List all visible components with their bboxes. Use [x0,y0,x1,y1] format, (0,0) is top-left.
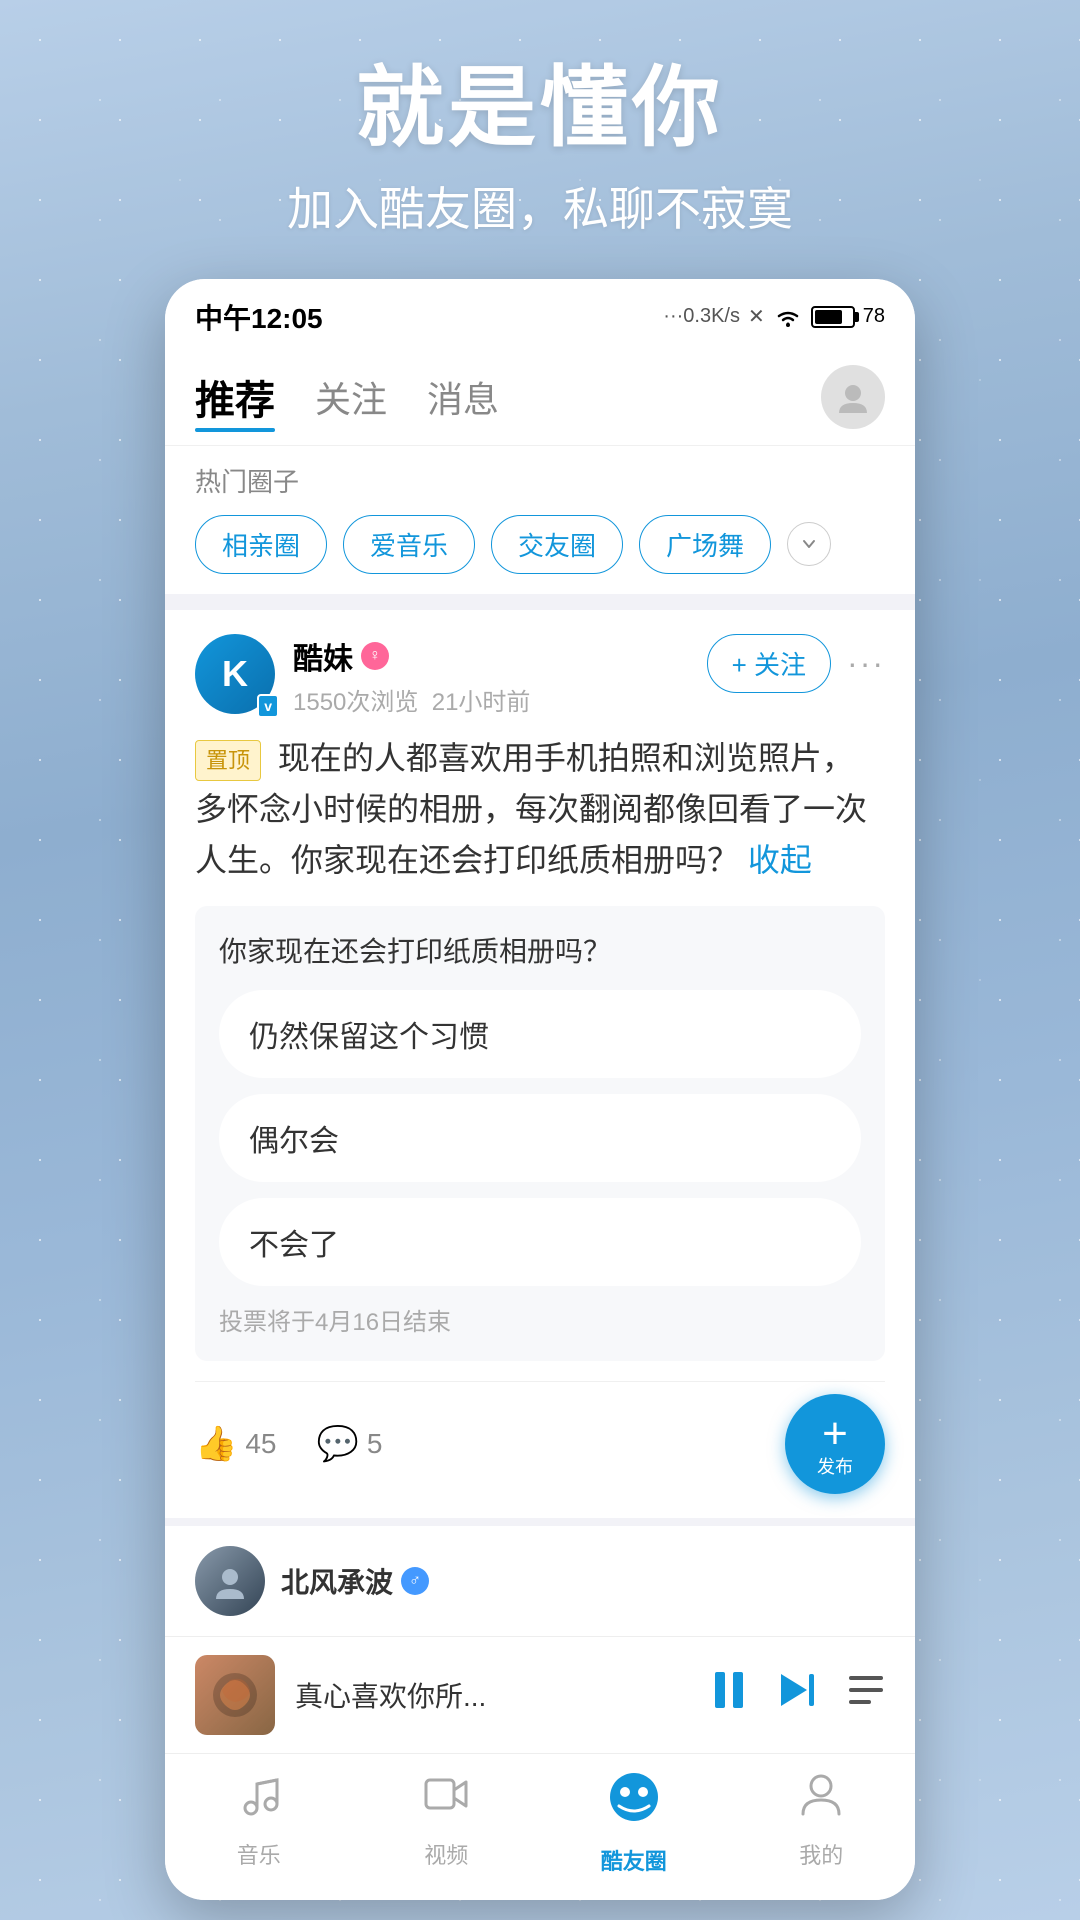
more-options-button[interactable]: ··· [847,645,885,682]
poll-option-1[interactable]: 偶尔会 [219,1094,861,1182]
gender-male-icon: ♂ [401,1567,429,1595]
next-post-user-info: 北风承波 ♂ [281,1561,429,1601]
poll-option-0[interactable]: 仍然保留这个习惯 [219,990,861,1078]
hero-header: 就是懂你 加入酷友圈，私聊不寂寞 [287,0,793,279]
poll-box: 你家现在还会打印纸质相册吗？ 仍然保留这个习惯 偶尔会 不会了 投票将于4月16… [195,906,885,1361]
hot-section-title: 热门圈子 [195,462,885,499]
hero-subtitle: 加入酷友圈，私聊不寂寞 [287,173,793,239]
post-meta: 1550次浏览 21小时前 [293,682,707,717]
circle-nav-icon [607,1770,661,1836]
video-nav-label: 视频 [424,1838,468,1870]
follow-button[interactable]: + 关注 [707,634,831,693]
post-actions: + 关注 ··· [707,634,885,693]
post-header: K v 酷妹 ♀ 1550次浏览 21小时前 + 关注 ··· [195,634,885,717]
status-time: 中午12:05 [195,297,323,337]
music-title: 真心喜欢你所... [295,1675,691,1715]
pinned-tag: 置顶 [195,740,261,781]
hero-title: 就是懂你 [287,60,793,157]
music-nav-label: 音乐 [237,1838,281,1870]
avatar-vip-badge: v [257,694,279,718]
hot-tag-2[interactable]: 交友圈 [491,515,623,574]
bottom-nav-profile[interactable]: 我的 [728,1770,916,1876]
x-icon: ✕ [748,304,765,329]
hot-tags-expand-btn[interactable] [787,522,831,566]
music-controls [711,1668,885,1723]
wifi-icon [773,306,803,328]
next-post-preview: 北风承波 ♂ [165,1518,915,1636]
post-user-info: 酷妹 ♀ 1550次浏览 21小时前 [293,634,707,717]
tab-follow[interactable]: 关注 [315,371,387,423]
bottom-nav-music[interactable]: 音乐 [165,1770,353,1876]
music-next-button[interactable] [777,1668,817,1723]
like-count: 45 [245,1428,276,1460]
hot-section: 热门圈子 相亲圈 爱音乐 交友圈 广场舞 [165,445,915,594]
avatar-letter: K [222,653,248,695]
user-avatar-nav[interactable] [821,365,885,429]
music-nav-icon [235,1770,283,1830]
fab-publish-button[interactable]: + 发布 [785,1394,885,1494]
tab-messages[interactable]: 消息 [427,371,499,423]
collapse-btn[interactable]: 收起 [748,842,812,878]
hot-tag-1[interactable]: 爱音乐 [343,515,475,574]
like-icon: 👍 [195,1424,237,1464]
poll-option-2[interactable]: 不会了 [219,1198,861,1286]
poll-question: 你家现在还会打印纸质相册吗？ [219,930,861,970]
like-button[interactable]: 👍 45 [195,1424,277,1464]
post-username: 酷妹 ♀ [293,634,707,678]
comment-icon: 💬 [317,1424,359,1464]
next-post-avatar [195,1546,265,1616]
hot-tag-3[interactable]: 广场舞 [639,515,771,574]
circle-nav-label: 酷友圈 [601,1844,667,1876]
page-wrapper: 就是懂你 加入酷友圈，私聊不寂寞 中午12:05 ···0.3K/s ✕ [0,0,1080,1920]
profile-nav-icon [797,1770,845,1830]
hot-tags-list: 相亲圈 爱音乐 交友圈 广场舞 [195,515,885,574]
post-card: K v 酷妹 ♀ 1550次浏览 21小时前 + 关注 ··· [165,610,915,1519]
comment-button[interactable]: 💬 5 [317,1424,383,1464]
battery-icon [811,306,855,328]
music-player: 真心喜欢你所... [165,1636,915,1753]
feed-divider [165,594,915,610]
phone-mockup: 中午12:05 ···0.3K/s ✕ 78 [165,279,915,1901]
music-pause-button[interactable] [711,1668,747,1723]
poll-end-text: 投票将于4月16日结束 [219,1302,861,1337]
bottom-nav-video[interactable]: 视频 [353,1770,541,1876]
tab-recommend[interactable]: 推荐 [195,368,275,426]
status-bar: 中午12:05 ···0.3K/s ✕ 78 [165,279,915,345]
bottom-nav-circle[interactable]: 酷友圈 [540,1770,728,1876]
profile-nav-label: 我的 [799,1838,843,1870]
post-footer: 👍 45 💬 5 + 发布 [195,1381,885,1494]
nav-tabs: 推荐 关注 消息 [165,345,915,445]
battery-text: 78 [863,305,885,328]
hot-tag-0[interactable]: 相亲圈 [195,515,327,574]
gender-female-icon: ♀ [361,642,389,670]
fab-plus-icon: + [822,1412,848,1456]
status-icons: ···0.3K/s ✕ 78 [663,304,885,329]
post-avatar: K v [195,634,275,714]
comment-count: 5 [367,1428,383,1460]
signal-text: ···0.3K/s [663,305,740,328]
music-thumbnail [195,1655,275,1735]
fab-label: 发布 [817,1458,853,1476]
bottom-nav: 音乐 视频 [165,1753,915,1900]
post-content: 置顶 现在的人都喜欢用手机拍照和浏览照片，多怀念小时候的相册，每次翻阅都像回看了… [195,733,885,887]
video-nav-icon [422,1770,470,1830]
music-playlist-button[interactable] [847,1672,885,1718]
